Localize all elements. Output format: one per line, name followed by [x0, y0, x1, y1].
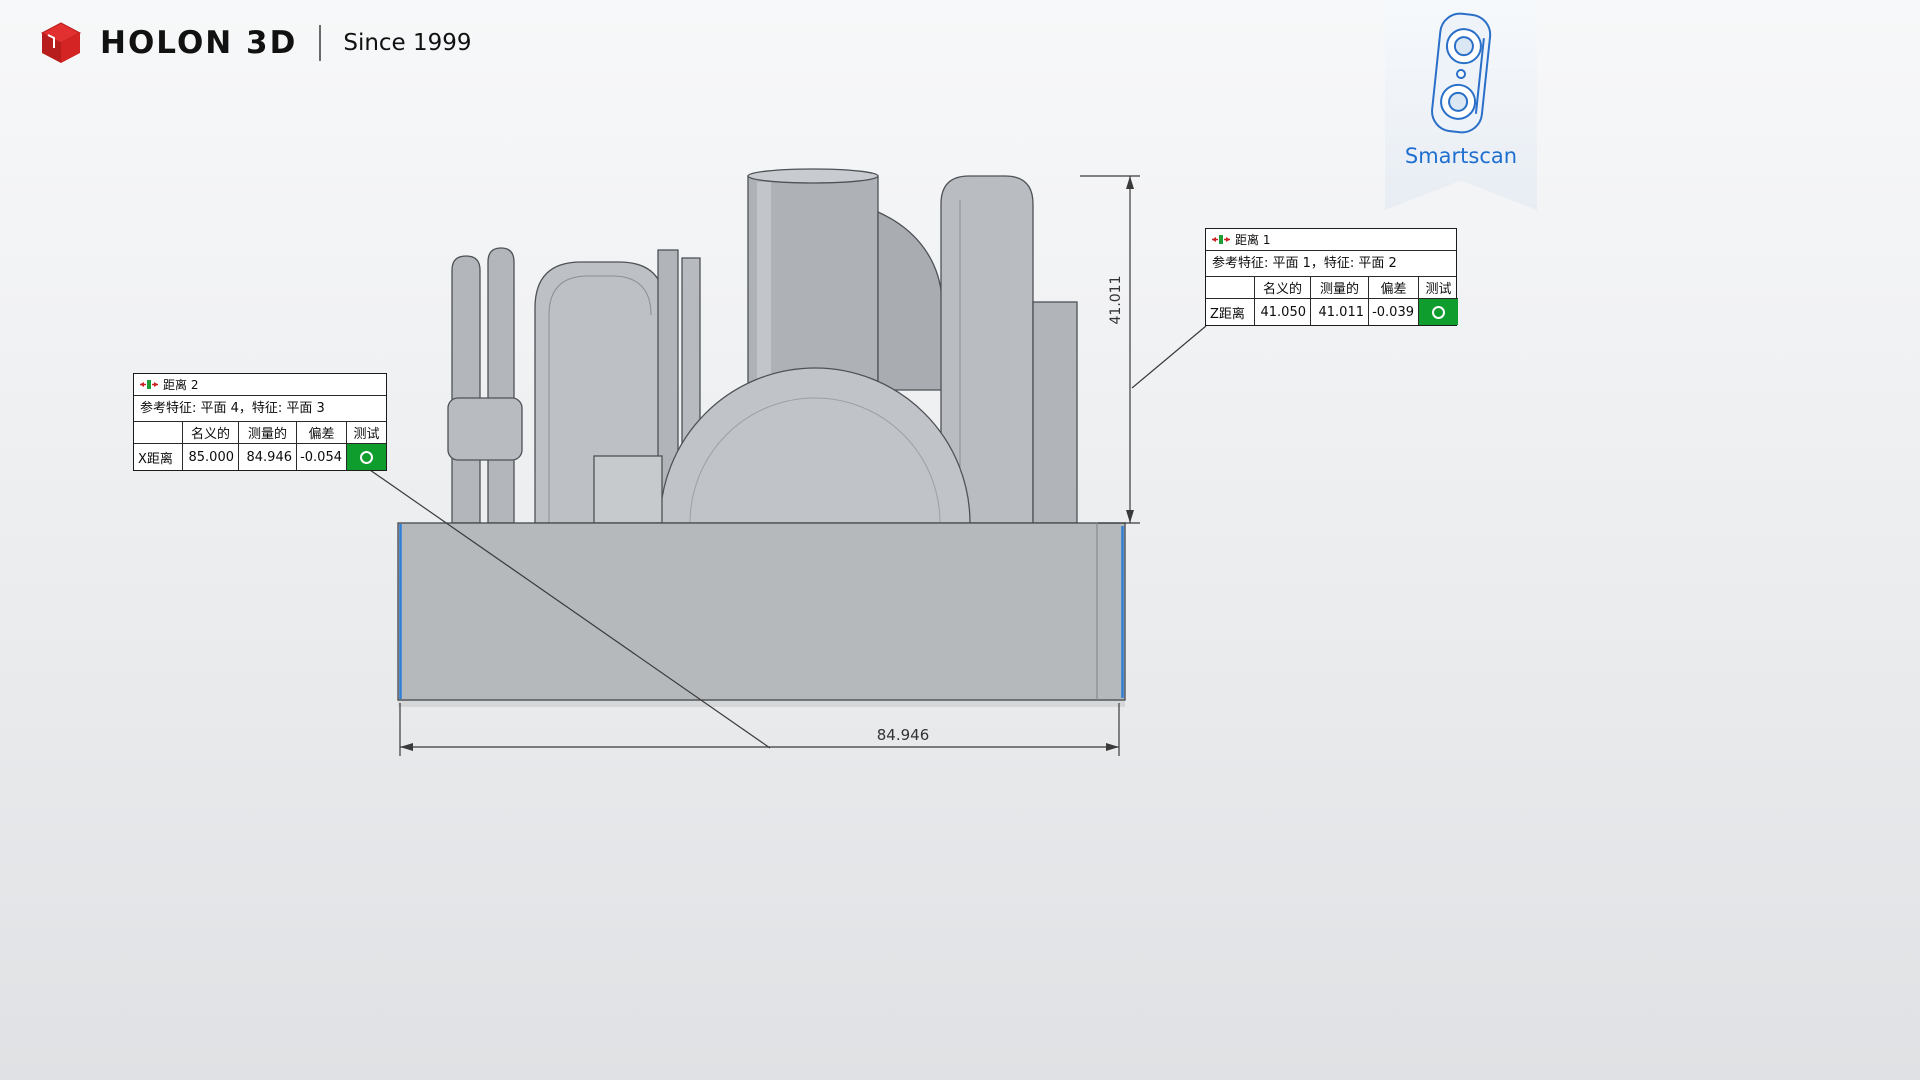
measured-value: 84.946 [238, 444, 296, 470]
horizontal-dimension-label: 84.946 [877, 726, 930, 744]
dimension-icon [140, 379, 158, 390]
brand-tagline: Since 1999 [343, 30, 471, 56]
leader-line-distance-2 [370, 470, 770, 748]
col-header-test: 测试 [1418, 277, 1458, 299]
col-header-measured: 测量的 [238, 422, 296, 444]
vertical-dimension-label: 41.011 [1108, 276, 1124, 325]
col-header-empty [134, 422, 182, 444]
nominal-value: 41.050 [1254, 299, 1310, 325]
pass-indicator [1418, 299, 1458, 325]
deviation-value: -0.039 [1368, 299, 1418, 325]
brand-logo-text: HOLON 3D [100, 25, 297, 61]
col-header-deviation: 偏差 [296, 422, 346, 444]
col-header-measured: 测量的 [1310, 277, 1368, 299]
callout-table: 名义的 测量的 偏差 测试 Z距离 41.050 41.011 -0.039 [1206, 277, 1456, 325]
callout-title: 距离 1 [1235, 231, 1270, 248]
deviation-value: -0.054 [296, 444, 346, 470]
scanner-icon [1422, 8, 1500, 140]
callout-table: 名义的 测量的 偏差 测试 X距离 85.000 84.946 -0.054 [134, 422, 386, 470]
measurement-callout-distance-2[interactable]: 距离 2 参考特征: 平面 4，特征: 平面 3 名义的 测量的 偏差 测试 X… [133, 373, 387, 471]
vertical-dimension [1080, 176, 1140, 523]
row-label: Z距离 [1206, 299, 1254, 325]
holon3d-logo-icon [38, 20, 84, 66]
col-header-empty [1206, 277, 1254, 299]
pass-ring-icon [360, 451, 373, 464]
col-header-nominal: 名义的 [1254, 277, 1310, 299]
measurement-callout-distance-1[interactable]: 距离 1 参考特征: 平面 1，特征: 平面 2 名义的 测量的 偏差 测试 Z… [1205, 228, 1457, 326]
leader-line-distance-1 [1132, 326, 1206, 388]
col-header-deviation: 偏差 [1368, 277, 1418, 299]
horizontal-dimension [400, 703, 1119, 756]
callout-title-row: 距离 1 [1206, 229, 1456, 251]
measured-value: 41.011 [1310, 299, 1368, 325]
pass-ring-icon [1432, 306, 1445, 319]
metrology-report-screen: { "brand": { "logo_text": "HOLON 3D", "t… [0, 0, 1920, 1080]
dimension-icon [1212, 234, 1230, 245]
brand-divider [319, 25, 321, 61]
col-header-test: 测试 [346, 422, 386, 444]
callout-reference: 参考特征: 平面 1，特征: 平面 2 [1206, 251, 1456, 277]
annotation-lines: 41.011 84.946 [0, 0, 1920, 1080]
col-header-nominal: 名义的 [182, 422, 238, 444]
pass-indicator [346, 444, 386, 470]
callout-title: 距离 2 [163, 376, 198, 393]
callout-reference: 参考特征: 平面 4，特征: 平面 3 [134, 396, 386, 422]
nominal-value: 85.000 [182, 444, 238, 470]
smartscan-label: Smartscan [1405, 144, 1517, 168]
row-label: X距离 [134, 444, 182, 470]
callout-title-row: 距离 2 [134, 374, 386, 396]
smartscan-ribbon: Smartscan [1385, 0, 1537, 210]
brand-header: HOLON 3D Since 1999 [38, 20, 472, 66]
